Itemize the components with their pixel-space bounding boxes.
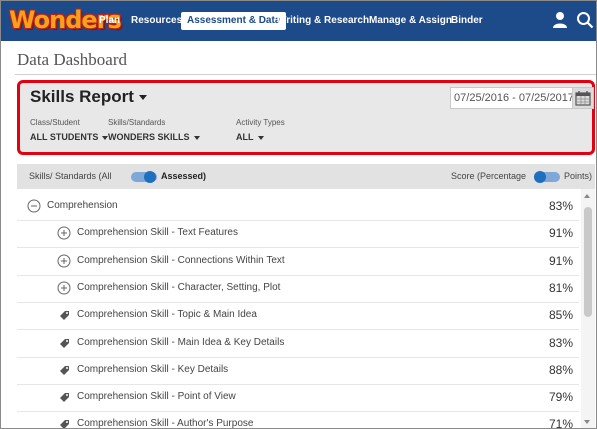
row-label: Comprehension Skill - Point of View [77, 391, 236, 403]
row-label: Comprehension [47, 200, 118, 211]
top-nav-bar: Wonders Plan Resources Assessment & Data… [1, 1, 596, 41]
table-row[interactable]: Comprehension Skill - Topic & Main Idea 8… [17, 302, 579, 331]
row-score: 88% [548, 362, 573, 377]
scroll-up-icon[interactable] [584, 194, 590, 198]
table-row[interactable]: Comprehension Skill - Point of View 79% [17, 384, 579, 413]
filter-label-activity-types: Activity Types [236, 118, 285, 127]
row-label: Comprehension Skill - Connections Within… [77, 254, 285, 266]
report-filter-panel: Skills Report 07/25/2016 - 07/25/2017 Cl… [17, 80, 595, 155]
chevron-down-icon [138, 95, 147, 101]
title-divider [15, 74, 596, 75]
row-label: Comprehension Skill - Text Features [77, 227, 238, 239]
nav-binder[interactable]: Binder [451, 12, 483, 30]
filter-class-student-dropdown[interactable]: ALL STUDENTS [30, 132, 109, 142]
skills-header-prefix: Skills/ Standards (All [29, 171, 112, 181]
table-row[interactable]: Comprehension Skill - Author's Purpose 71… [17, 411, 579, 429]
wonders-logo[interactable]: Wonders [7, 6, 122, 36]
row-score: 83% [548, 199, 573, 213]
nav-manage-assign[interactable]: Manage & Assign [369, 12, 452, 30]
score-header-prefix: Score (Percentage [451, 171, 527, 181]
table-row[interactable]: Comprehension 83% [17, 193, 579, 221]
percentage-points-toggle[interactable] [534, 171, 560, 183]
nav-assessment-data[interactable]: Assessment & Data [181, 12, 287, 30]
tag-icon [60, 365, 69, 375]
all-assessed-toggle[interactable] [131, 171, 157, 183]
row-score: 81% [548, 280, 573, 295]
filter-skills-standards-value: WONDERS SKILLS [108, 132, 190, 142]
filter-activity-types-dropdown[interactable]: ALL [236, 132, 264, 142]
row-score: 91% [548, 253, 573, 268]
table-header: Skills/ Standards (All Assessed) Score (… [17, 164, 595, 189]
row-label: Comprehension Skill - Topic & Main Idea [77, 309, 257, 321]
score-header-suffix: Points) [564, 171, 593, 181]
report-selector[interactable]: Skills Report [30, 87, 147, 107]
search-icon[interactable] [576, 11, 594, 29]
chevron-down-icon [193, 135, 200, 140]
tag-icon [60, 338, 69, 348]
page-title: Data Dashboard [17, 50, 127, 69]
table-row[interactable]: Comprehension Skill - Connections Within… [17, 248, 579, 276]
table-row[interactable]: Comprehension Skill - Text Features 91% [17, 220, 579, 249]
row-score: 71% [548, 417, 573, 429]
user-icon[interactable] [553, 11, 567, 29]
plus-circle-icon[interactable] [57, 226, 71, 240]
plus-circle-icon[interactable] [57, 281, 71, 295]
row-score: 79% [548, 390, 573, 405]
table-row[interactable]: Comprehension Skill - Key Details 88% [17, 357, 579, 385]
row-label: Comprehension Skill - Character, Setting… [77, 281, 281, 293]
toggle-knob [534, 171, 546, 183]
nav-plan[interactable]: Plan [99, 12, 120, 30]
toggle-knob [144, 171, 156, 183]
tag-icon [60, 420, 69, 428]
row-label: Comprehension Skill - Main Idea & Key De… [77, 336, 285, 348]
filter-activity-types-value: ALL [236, 132, 254, 142]
calendar-icon[interactable] [572, 87, 594, 109]
nav-resources[interactable]: Resources [131, 12, 182, 30]
tag-icon [60, 311, 69, 321]
report-title-text: Skills Report [30, 87, 134, 106]
filter-skills-standards-dropdown[interactable]: WONDERS SKILLS [108, 132, 200, 142]
table-row[interactable]: Comprehension Skill - Character, Setting… [17, 275, 579, 303]
date-range-field[interactable]: 07/25/2016 - 07/25/2017 [450, 87, 578, 109]
minus-circle-icon[interactable] [27, 199, 41, 213]
row-label: Comprehension Skill - Author's Purpose [77, 418, 254, 429]
plus-circle-icon[interactable] [57, 254, 71, 268]
skills-header-suffix: Assessed) [161, 171, 207, 181]
filter-label-skills-standards: Skills/Standards [108, 118, 166, 127]
scrollbar-thumb[interactable] [584, 207, 592, 317]
scroll-down-icon[interactable] [584, 420, 590, 424]
tag-icon [60, 393, 69, 403]
chevron-down-icon [257, 135, 264, 140]
row-score: 83% [548, 335, 573, 350]
table-row[interactable]: Comprehension Skill - Main Idea & Key De… [17, 330, 579, 358]
filter-class-student-value: ALL STUDENTS [30, 132, 99, 142]
nav-writing-research[interactable]: Writing & Research [277, 12, 369, 30]
row-score: 85% [548, 308, 573, 323]
app-window: Wonders Plan Resources Assessment & Data… [0, 0, 597, 429]
row-score: 91% [548, 226, 573, 241]
row-label: Comprehension Skill - Key Details [77, 363, 229, 375]
filter-label-class-student: Class/Student [30, 118, 80, 127]
